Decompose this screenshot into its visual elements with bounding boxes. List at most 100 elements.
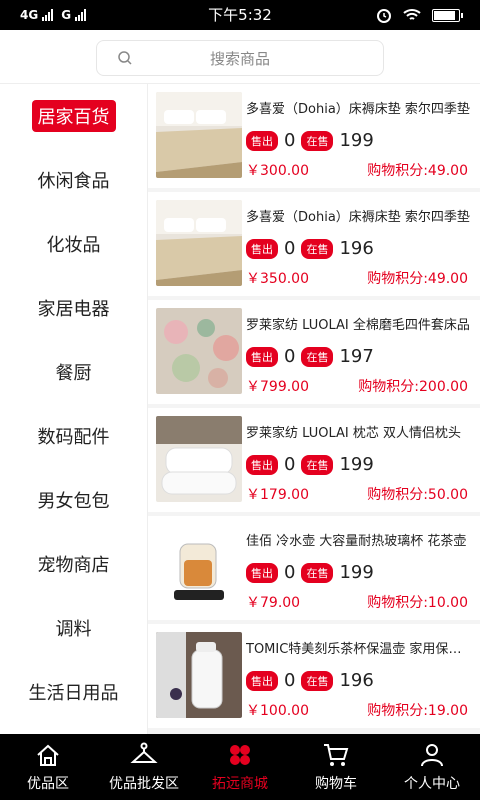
- product-title: 佳佰 冷水壶 大容量耐热玻璃杯 花茶壶: [246, 534, 467, 549]
- category-sidebar: 居家百货休闲食品化妆品家居电器餐厨数码配件男女包包宠物商店调料生活日用品: [0, 84, 148, 734]
- product-price: ￥79.00: [246, 595, 301, 611]
- product-points: 购物积分:10.00: [367, 595, 468, 611]
- product-card[interactable]: 多喜爱（Dohia）床褥床垫 索尔四季垫 售出 0 在售 196 ￥350.00 购物积分:…: [148, 192, 480, 296]
- nav-item[interactable]: 优品区: [0, 734, 96, 800]
- status-bar: 4G G 下午5:32: [0, 0, 480, 30]
- sold-count: 0: [284, 346, 296, 367]
- onsale-badge: 在售: [301, 130, 334, 151]
- category-item[interactable]: 家居电器: [0, 276, 147, 340]
- category-label: 家居电器: [37, 299, 110, 320]
- product-title: 多喜爱（Dohia）床褥床垫 索尔四季垫: [246, 102, 470, 117]
- product-price: ￥100.00: [246, 703, 309, 719]
- sold-badge: 售出: [246, 454, 278, 475]
- search-header: 搜索商品: [0, 30, 480, 84]
- nav-label: 优品区: [27, 776, 69, 792]
- category-label: 男女包包: [37, 491, 110, 512]
- alarm-icon: [377, 9, 391, 23]
- home-icon: [37, 744, 59, 766]
- nav-item[interactable]: 优品批发区: [96, 734, 192, 800]
- product-points: 购物积分:50.00: [367, 487, 468, 503]
- product-card[interactable]: 佳佰 冷水壶 大容量耐热玻璃杯 花茶壶 售出 0 在售 199 ￥79.00 购物积分:10…: [148, 516, 480, 620]
- sold-count: 0: [284, 130, 296, 151]
- onsale-count: 196: [339, 238, 374, 259]
- product-title: TOMIC特美刻乐茶杯保温壶 家用保温瓶: [246, 642, 470, 657]
- onsale-count: 199: [339, 562, 374, 583]
- battery-icon: [432, 8, 463, 22]
- nav-item[interactable]: 个人中心: [384, 734, 480, 800]
- category-item[interactable]: 调料: [0, 596, 147, 660]
- product-price: ￥300.00: [246, 163, 309, 179]
- product-points: 购物积分:49.00: [367, 271, 468, 287]
- sold-badge: 售出: [246, 238, 278, 259]
- nav-label: 优品批发区: [109, 776, 179, 792]
- product-points: 购物积分:200.00: [358, 379, 468, 395]
- search-icon: [118, 51, 132, 65]
- product-card[interactable]: 罗莱家纺 LUOLAI 全棉磨毛四件套床品 售出 0 在售 197 ￥799.00 购物积分…: [148, 300, 480, 404]
- sold-count: 0: [284, 238, 296, 259]
- category-item[interactable]: 休闲食品: [0, 148, 147, 212]
- product-stock: 售出 0 在售 199: [246, 562, 374, 583]
- bottom-navigation: 优品区 优品批发区 拓远商城 购物车 个人中心: [0, 734, 480, 800]
- product-card[interactable]: 罗莱家纺 LUOLAI 枕芯 双人情侣枕头售出 0 在售 199 ￥179.00 购物积分…: [148, 408, 480, 512]
- onsale-count: 199: [339, 454, 374, 475]
- product-image[interactable]: [156, 524, 242, 610]
- mall-icon: [230, 745, 250, 765]
- product-stock: 售出 0 在售 196: [246, 670, 374, 691]
- category-item[interactable]: 生活日用品: [0, 660, 147, 724]
- product-price: ￥799.00: [246, 379, 309, 395]
- product-title: 罗莱家纺 LUOLAI 全棉磨毛四件套床品: [246, 318, 470, 333]
- product-stock: 售出 0 在售 199: [246, 130, 374, 151]
- category-label: 调料: [55, 619, 92, 640]
- product-card[interactable]: 多喜爱（Dohia）床褥床垫 索尔四季垫售出 0 在售 199 ￥300.00 购物积分:…: [148, 84, 480, 188]
- product-stock: 售出 0 在售 196: [246, 238, 374, 259]
- nav-item[interactable]: 拓远商城: [192, 734, 288, 800]
- search-input[interactable]: 搜索商品: [96, 40, 384, 76]
- sold-count: 0: [284, 562, 296, 583]
- sold-badge: 售出: [246, 670, 278, 691]
- onsale-count: 196: [339, 670, 374, 691]
- system-icons: [376, 0, 463, 30]
- product-image[interactable]: [156, 200, 242, 286]
- product-card[interactable]: TOMIC特美刻乐茶杯保温壶 家用保温瓶售出 0 在售 196 ￥100.00 购物积分:…: [148, 624, 480, 728]
- category-label: 数码配件: [37, 427, 110, 448]
- product-stock: 售出 0 在售 197: [246, 346, 374, 367]
- category-item[interactable]: 男女包包: [0, 468, 147, 532]
- sold-badge: 售出: [246, 346, 278, 367]
- category-item[interactable]: 餐厨: [0, 340, 147, 404]
- category-label: 生活日用品: [28, 683, 119, 704]
- onsale-badge: 在售: [301, 454, 334, 475]
- onsale-count: 199: [339, 130, 374, 151]
- onsale-badge: 在售: [301, 670, 334, 691]
- nav-label: 拓远商城: [212, 776, 268, 792]
- category-label: 居家百货: [31, 100, 116, 132]
- onsale-count: 197: [339, 346, 374, 367]
- product-image[interactable]: [156, 416, 242, 502]
- nav-item[interactable]: 购物车: [288, 734, 384, 800]
- product-image[interactable]: [156, 308, 242, 394]
- product-image[interactable]: [156, 632, 242, 718]
- cart-icon: [324, 744, 349, 766]
- product-image[interactable]: [156, 92, 242, 178]
- category-item[interactable]: 数码配件: [0, 404, 147, 468]
- category-item[interactable]: 居家百货: [0, 84, 147, 148]
- product-title: 多喜爱（Dohia）床褥床垫 索尔四季垫: [246, 210, 470, 225]
- product-price: ￥350.00: [246, 271, 309, 287]
- sold-badge: 售出: [246, 130, 278, 151]
- user-icon: [421, 744, 443, 767]
- product-points: 购物积分:49.00: [367, 163, 468, 179]
- category-label: 休闲食品: [37, 171, 110, 192]
- sold-badge: 售出: [246, 562, 278, 583]
- category-label: 宠物商店: [37, 555, 110, 576]
- hanger-icon: [130, 742, 158, 763]
- sold-count: 0: [284, 454, 296, 475]
- category-item[interactable]: 宠物商店: [0, 532, 147, 596]
- nav-label: 个人中心: [404, 776, 460, 792]
- category-label: 化妆品: [46, 235, 101, 256]
- product-stock: 售出 0 在售 199: [246, 454, 374, 475]
- product-title: 罗莱家纺 LUOLAI 枕芯 双人情侣枕头: [246, 426, 462, 441]
- category-item[interactable]: 化妆品: [0, 212, 147, 276]
- category-label: 餐厨: [55, 363, 92, 384]
- search-placeholder: 搜索商品: [209, 49, 270, 68]
- product-price: ￥179.00: [246, 487, 309, 503]
- product-points: 购物积分:19.00: [367, 703, 468, 719]
